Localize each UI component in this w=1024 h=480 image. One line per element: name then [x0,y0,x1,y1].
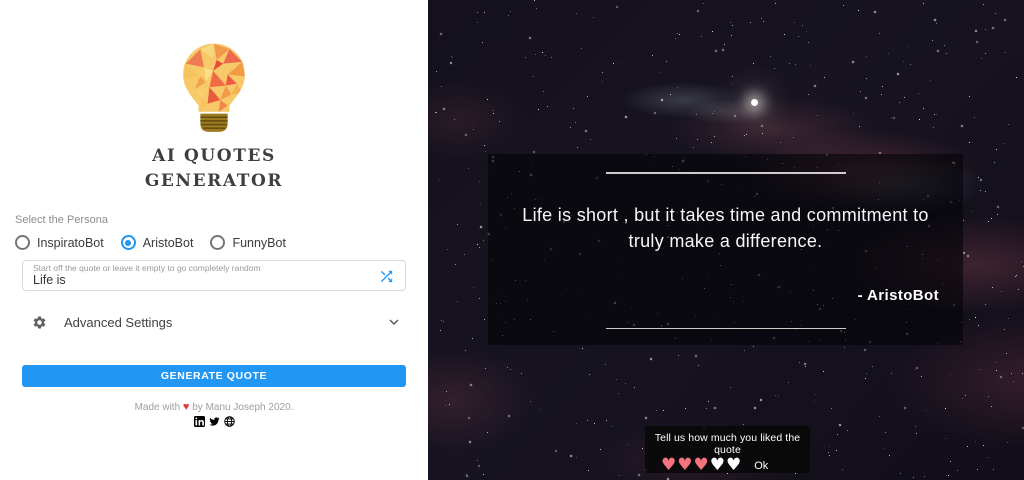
app-root: AI QUOTES GENERATOR Select the Persona I… [0,0,1024,480]
rating-row: ♥ ♥ ♥ ♥ ♥ Ok [645,457,810,474]
heart-icon[interactable]: ♥ [661,457,676,474]
shuffle-icon[interactable] [378,268,395,285]
radio-circle-icon [120,235,136,250]
lightbulb-logo-icon [183,43,245,132]
persona-radio-group: InspiratoBot AristoBot FunnyBot [15,235,428,250]
credit-suffix: by Manu Joseph 2020. [192,402,294,413]
bright-star [751,99,758,106]
persona-group-label: Select the Persona [15,214,108,226]
seed-input-container: Start off the quote or leave it empty to… [22,260,406,291]
chevron-down-icon [386,314,402,330]
radio-circle-icon [15,235,30,250]
globe-icon[interactable] [223,416,235,427]
advanced-settings-toggle[interactable]: Advanced Settings [22,309,406,335]
persona-radio-inspiratobot[interactable]: InspiratoBot [15,235,104,250]
logo-block: AI QUOTES GENERATOR [0,0,428,193]
heart-icon[interactable]: ♥ [710,457,725,474]
linkedin-icon[interactable] [193,416,205,427]
seed-input-label: Start off the quote or leave it empty to… [33,263,261,273]
rating-toast: Tell us how much you liked the quote ♥ ♥ ♥… [645,426,810,474]
credit-prefix: Made with [134,402,181,413]
seed-input[interactable] [33,273,365,287]
quote-text: Life is short , but it takes time and co… [522,205,929,251]
advanced-settings-label: Advanced Settings [64,314,173,330]
persona-radio-funnybot[interactable]: FunnyBot [210,235,286,250]
starfield-big [428,0,430,2]
page-title-line2: GENERATOR [144,170,284,191]
radio-label: InspiratoBot [37,235,104,250]
quote-form: Select the Persona InspiratoBot AristoBo… [0,214,428,387]
radio-label: FunnyBot [232,235,286,250]
heart-icon[interactable]: ♥ [726,457,741,474]
twitter-icon[interactable] [208,416,220,427]
heart-icon: ♥ [182,401,190,413]
quote-attribution: - AristoBot [857,287,939,304]
page-title: AI QUOTES GENERATOR [145,144,283,193]
heart-rating: ♥ ♥ ♥ ♥ ♥ [661,457,742,474]
social-links [0,416,428,427]
radio-circle-icon [210,235,226,250]
heart-icon[interactable]: ♥ [677,457,692,474]
quote-divider-bottom [605,327,846,329]
heart-icon[interactable]: ♥ [694,457,709,474]
persona-radio-aristobot[interactable]: AristoBot [120,235,194,250]
left-panel: AI QUOTES GENERATOR Select the Persona I… [0,0,428,480]
quote-display-panel: Life is short , but it takes time and co… [428,0,1024,480]
gear-icon [32,315,47,330]
page-title-line1: AI QUOTES [152,146,276,166]
radio-label: AristoBot [142,235,194,250]
credit-line: Made with ♥ by Manu Joseph 2020. [0,401,428,413]
quote-divider-top [605,172,846,174]
quote-card: Life is short , but it takes time and co… [488,154,963,345]
rating-message: Tell us how much you liked the quote [654,432,801,456]
generate-quote-button[interactable]: GENERATE QUOTE [22,365,406,387]
footer: Made with ♥ by Manu Joseph 2020. [0,401,428,427]
ok-button[interactable]: Ok [754,460,768,472]
